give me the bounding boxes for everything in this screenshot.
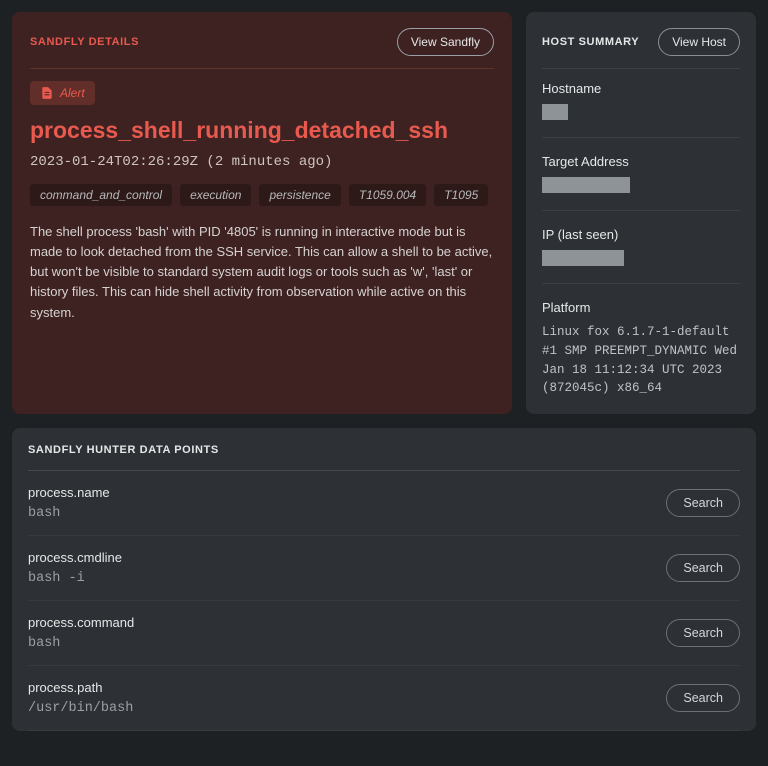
hunter-panel: SANDFLY HUNTER DATA POINTS process.name b… [12,428,756,731]
view-host-button[interactable]: View Host [658,28,740,56]
tag[interactable]: command_and_control [30,184,172,206]
sandfly-details-title: SANDFLY DETAILS [30,36,139,48]
data-point-key: process.name [28,485,110,500]
finding-title: process_shell_running_detached_ssh [30,117,494,144]
data-point-key: process.cmdline [28,550,122,565]
sandfly-card-header: SANDFLY DETAILS View Sandfly [30,28,494,69]
host-summary-card: HOST SUMMARY View Host Hostname Target A… [526,12,756,414]
data-point-value: bash [28,636,134,651]
host-summary-title: HOST SUMMARY [542,36,639,48]
ip-field: IP (last seen) [542,227,740,284]
host-card-header: HOST SUMMARY View Host [542,28,740,69]
data-point-row: process.command bash Search [28,601,740,666]
tag[interactable]: T1059.004 [349,184,426,206]
search-button[interactable]: Search [666,619,740,647]
alert-badge: Alert [30,81,95,105]
alert-icon [40,86,54,100]
data-point-value: /usr/bin/bash [28,701,133,716]
target-address-field: Target Address [542,154,740,211]
hunter-header: SANDFLY HUNTER DATA POINTS [28,444,740,471]
tag[interactable]: persistence [259,184,340,206]
ip-label: IP (last seen) [542,227,740,242]
search-button[interactable]: Search [666,684,740,712]
sandfly-details-card: SANDFLY DETAILS View Sandfly Alert proce… [12,12,512,414]
hostname-field: Hostname [542,81,740,138]
target-address-label: Target Address [542,154,740,169]
alert-label: Alert [60,86,85,100]
hostname-label: Hostname [542,81,740,96]
finding-timestamp: 2023-01-24T02:26:29Z (2 minutes ago) [30,154,494,170]
ip-value-redacted [542,250,624,266]
data-point-key: process.command [28,615,134,630]
platform-field: Platform Linux fox 6.1.7-1-default #1 SM… [542,300,740,398]
platform-value: Linux fox 6.1.7-1-default #1 SMP PREEMPT… [542,323,740,398]
data-point-value: bash [28,506,110,521]
data-point-key: process.path [28,680,133,695]
hostname-value-redacted [542,104,568,120]
data-point-value: bash -i [28,571,122,586]
tag[interactable]: T1095 [434,184,488,206]
data-point-row: process.cmdline bash -i Search [28,536,740,601]
tag-row: command_and_control execution persistence T… [30,184,494,206]
target-address-value-redacted [542,177,630,193]
search-button[interactable]: Search [666,554,740,582]
view-sandfly-button[interactable]: View Sandfly [397,28,494,56]
data-point-row: process.path/usr/bin/bash Search [28,666,740,731]
finding-description: The shell process 'bash' with PID '4805'… [30,222,494,323]
tag[interactable]: execution [180,184,251,206]
search-button[interactable]: Search [666,489,740,517]
platform-label: Platform [542,300,740,315]
data-point-row: process.name bash Search [28,471,740,536]
